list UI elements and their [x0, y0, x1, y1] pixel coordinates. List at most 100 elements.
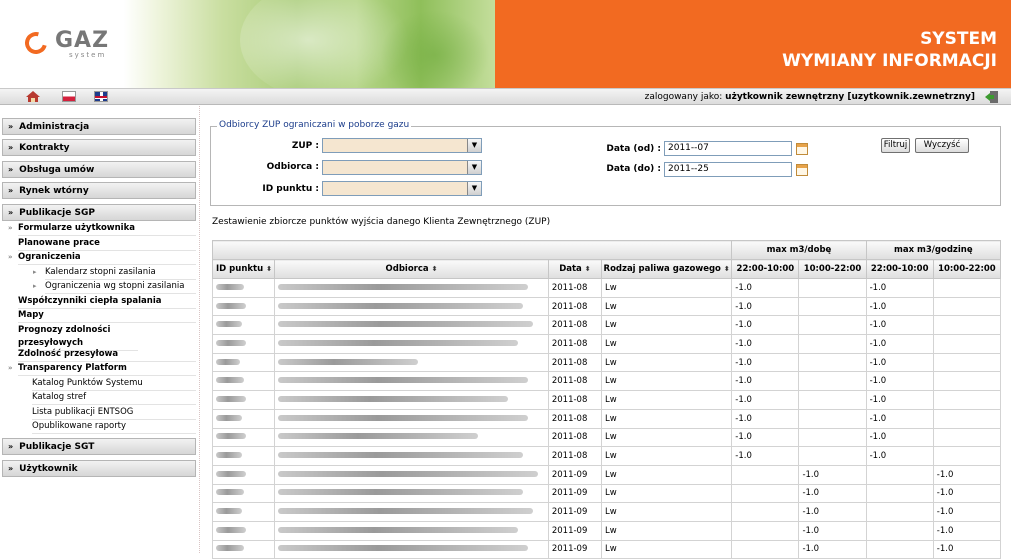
column-header[interactable]: 22:00-10:00	[865, 259, 934, 279]
menu-rynek-wtorny[interactable]: » Rynek wtórny	[2, 182, 196, 199]
column-header[interactable]: 10:00-22:00	[932, 259, 1002, 279]
cell-odbiorca	[274, 352, 549, 373]
filter-legend: Odbiorcy ZUP ograniczani w poborze gazu	[217, 120, 412, 130]
flag-uk-icon[interactable]	[94, 91, 108, 102]
cell-h2	[932, 371, 1002, 392]
cell-date: 2011-08	[547, 427, 602, 448]
cell-h1	[865, 539, 934, 559]
sidebar-item-prognozy[interactable]: Prognozy zdolności przesyłowych	[18, 324, 138, 351]
sidebar-item-label: Formularze użytkownika	[18, 223, 135, 233]
cell-value: 2011-09	[551, 488, 588, 499]
cell-value: -1.0	[735, 301, 752, 312]
dropdown-arrow-icon[interactable]: ▼	[467, 139, 481, 152]
sort-icon[interactable]: ⬍	[724, 265, 730, 273]
id-punktu-select[interactable]: ▼	[322, 181, 482, 196]
cell-date: 2011-08	[547, 371, 602, 392]
cell-fuel: Lw	[600, 371, 733, 392]
redacted-odbiorca	[278, 339, 519, 346]
column-header-label: Odbiorca	[385, 264, 432, 274]
column-header[interactable]: Data ⬍	[547, 259, 602, 279]
logout-icon[interactable]	[985, 91, 999, 103]
table-row[interactable]: 2011-08 Lw -1.0 -1.0	[211, 296, 1002, 317]
table-row[interactable]: 2011-08 Lw -1.0 -1.0	[211, 352, 1002, 373]
cell-value: -1.0	[869, 451, 887, 462]
cell-value: Lw	[604, 432, 617, 443]
table-header-spacer	[211, 240, 733, 260]
filter-button[interactable]: Filtruj	[881, 138, 910, 153]
menu-uzytkownik[interactable]: » Użytkownik	[2, 460, 196, 477]
sidebar-item-entsog[interactable]: Lista publikacji ENTSOG	[32, 406, 196, 420]
table-row[interactable]: 2011-08 Lw -1.0 -1.0	[211, 334, 1002, 354]
cell-d1: -1.0	[731, 390, 800, 410]
sidebar-item-label: Katalog Punktów Systemu	[32, 378, 143, 388]
sidebar-item-formularze[interactable]: » Formularze użytkownika	[8, 222, 196, 236]
odbiorca-select[interactable]: ▼	[322, 160, 482, 175]
redacted-odbiorca	[278, 489, 524, 496]
menu-obsluga-umow[interactable]: » Obsługa umów	[2, 161, 196, 178]
group-header-day: max m3/dobę	[731, 240, 867, 260]
system-title-line1: SYSTEM	[920, 29, 997, 49]
cell-fuel: Lw	[600, 408, 733, 429]
table-row[interactable]: 2011-08 Lw -1.0 -1.0	[211, 278, 1002, 298]
column-header[interactable]: ID punktu ⬍	[211, 259, 276, 279]
menu-administracja[interactable]: » Administracja	[2, 118, 196, 135]
dropdown-arrow-icon[interactable]: ▼	[467, 161, 481, 174]
cell-fuel: Lw	[600, 390, 733, 410]
sidebar-item-planowane-prace[interactable]: Planowane prace	[18, 237, 196, 251]
table-row[interactable]: 2011-09 Lw -1.0 -1.0	[211, 483, 1002, 504]
calendar-icon[interactable]	[796, 164, 808, 176]
sort-icon[interactable]: ⬍	[432, 265, 438, 273]
cell-value: -1.0	[936, 525, 954, 536]
calendar-icon[interactable]	[796, 143, 808, 155]
zup-select[interactable]: ▼	[322, 138, 482, 153]
sidebar-item-katalog-punktow[interactable]: Katalog Punktów Systemu	[32, 377, 196, 391]
menu-publikacje-sgt[interactable]: » Publikacje SGT	[2, 438, 196, 455]
cell-d1: -1.0	[731, 315, 800, 336]
sidebar-item-wspolczynniki[interactable]: Współczynniki ciepła spalania	[18, 295, 196, 309]
sidebar-item-transparency[interactable]: » Transparency Platform	[8, 362, 196, 376]
column-header[interactable]: 22:00-10:00	[731, 259, 800, 279]
sidebar-item-mapy[interactable]: Mapy	[18, 309, 196, 323]
menu-publikacje-sgp[interactable]: » Publikacje SGP	[2, 204, 196, 221]
sidebar-item-zdolnosc[interactable]: Zdolność przesyłowa	[18, 348, 196, 362]
cell-fuel: Lw	[600, 520, 733, 541]
cell-h2	[932, 278, 1002, 298]
flag-pl-icon[interactable]	[62, 91, 76, 102]
clear-button[interactable]: Wyczyść	[915, 138, 969, 153]
cell-id-punktu	[211, 502, 276, 522]
sidebar-item-ograniczenia[interactable]: » Ograniczenia	[8, 251, 196, 265]
sidebar-item-katalog-stref[interactable]: Katalog stref	[32, 391, 196, 405]
menu-kontrakty[interactable]: » Kontrakty	[2, 139, 196, 156]
table-row[interactable]: 2011-08 Lw -1.0 -1.0	[211, 371, 1002, 392]
sort-icon[interactable]: ⬍	[585, 265, 591, 273]
table-row[interactable]: 2011-09 Lw -1.0 -1.0	[211, 502, 1002, 522]
table-row[interactable]: 2011-08 Lw -1.0 -1.0	[211, 315, 1002, 336]
table-row[interactable]: 2011-08 Lw -1.0 -1.0	[211, 408, 1002, 429]
column-header[interactable]: Rodzaj paliwa gazowego ⬍	[600, 259, 733, 279]
sidebar-item-kalendarz[interactable]: ▸ Kalendarz stopni zasilania	[33, 266, 196, 280]
cell-odbiorca	[274, 446, 549, 466]
dropdown-arrow-icon[interactable]: ▼	[467, 182, 481, 195]
menu-label: Obsługa umów	[19, 165, 95, 175]
cell-odbiorca	[274, 539, 549, 559]
date-to-input[interactable]: 2011-​-25	[664, 162, 792, 177]
column-header[interactable]: 10:00-22:00	[798, 259, 867, 279]
sort-icon[interactable]: ⬍	[266, 265, 272, 273]
cell-date: 2011-08	[547, 278, 602, 298]
date-from-input[interactable]: 2011-​-07	[664, 141, 792, 156]
cell-fuel: Lw	[600, 334, 733, 354]
sidebar-item-raporty[interactable]: Opublikowane raporty	[32, 420, 196, 434]
table-row[interactable]: 2011-09 Lw -1.0 -1.0	[211, 520, 1002, 541]
cell-date: 2011-08	[547, 390, 602, 410]
column-header[interactable]: Odbiorca ⬍	[274, 259, 549, 279]
table-row[interactable]: 2011-08 Lw -1.0 -1.0	[211, 446, 1002, 466]
filter-panel: Odbiorcy ZUP ograniczani w poborze gazu …	[210, 120, 1001, 206]
table-row[interactable]: 2011-09 Lw -1.0 -1.0	[211, 464, 1002, 485]
table-row[interactable]: 2011-08 Lw -1.0 -1.0	[211, 390, 1002, 410]
sidebar-item-ograniczenia-stopnie[interactable]: ▸ Ograniczenia wg stopni zasilania	[33, 280, 196, 294]
home-icon[interactable]	[26, 91, 40, 102]
table-row[interactable]: 2011-08 Lw -1.0 -1.0	[211, 427, 1002, 448]
header-banner-image: GAZ system	[0, 0, 495, 100]
arrow-right-icon: ▸	[33, 268, 37, 276]
table-row[interactable]: 2011-09 Lw -1.0 -1.0	[211, 539, 1002, 559]
